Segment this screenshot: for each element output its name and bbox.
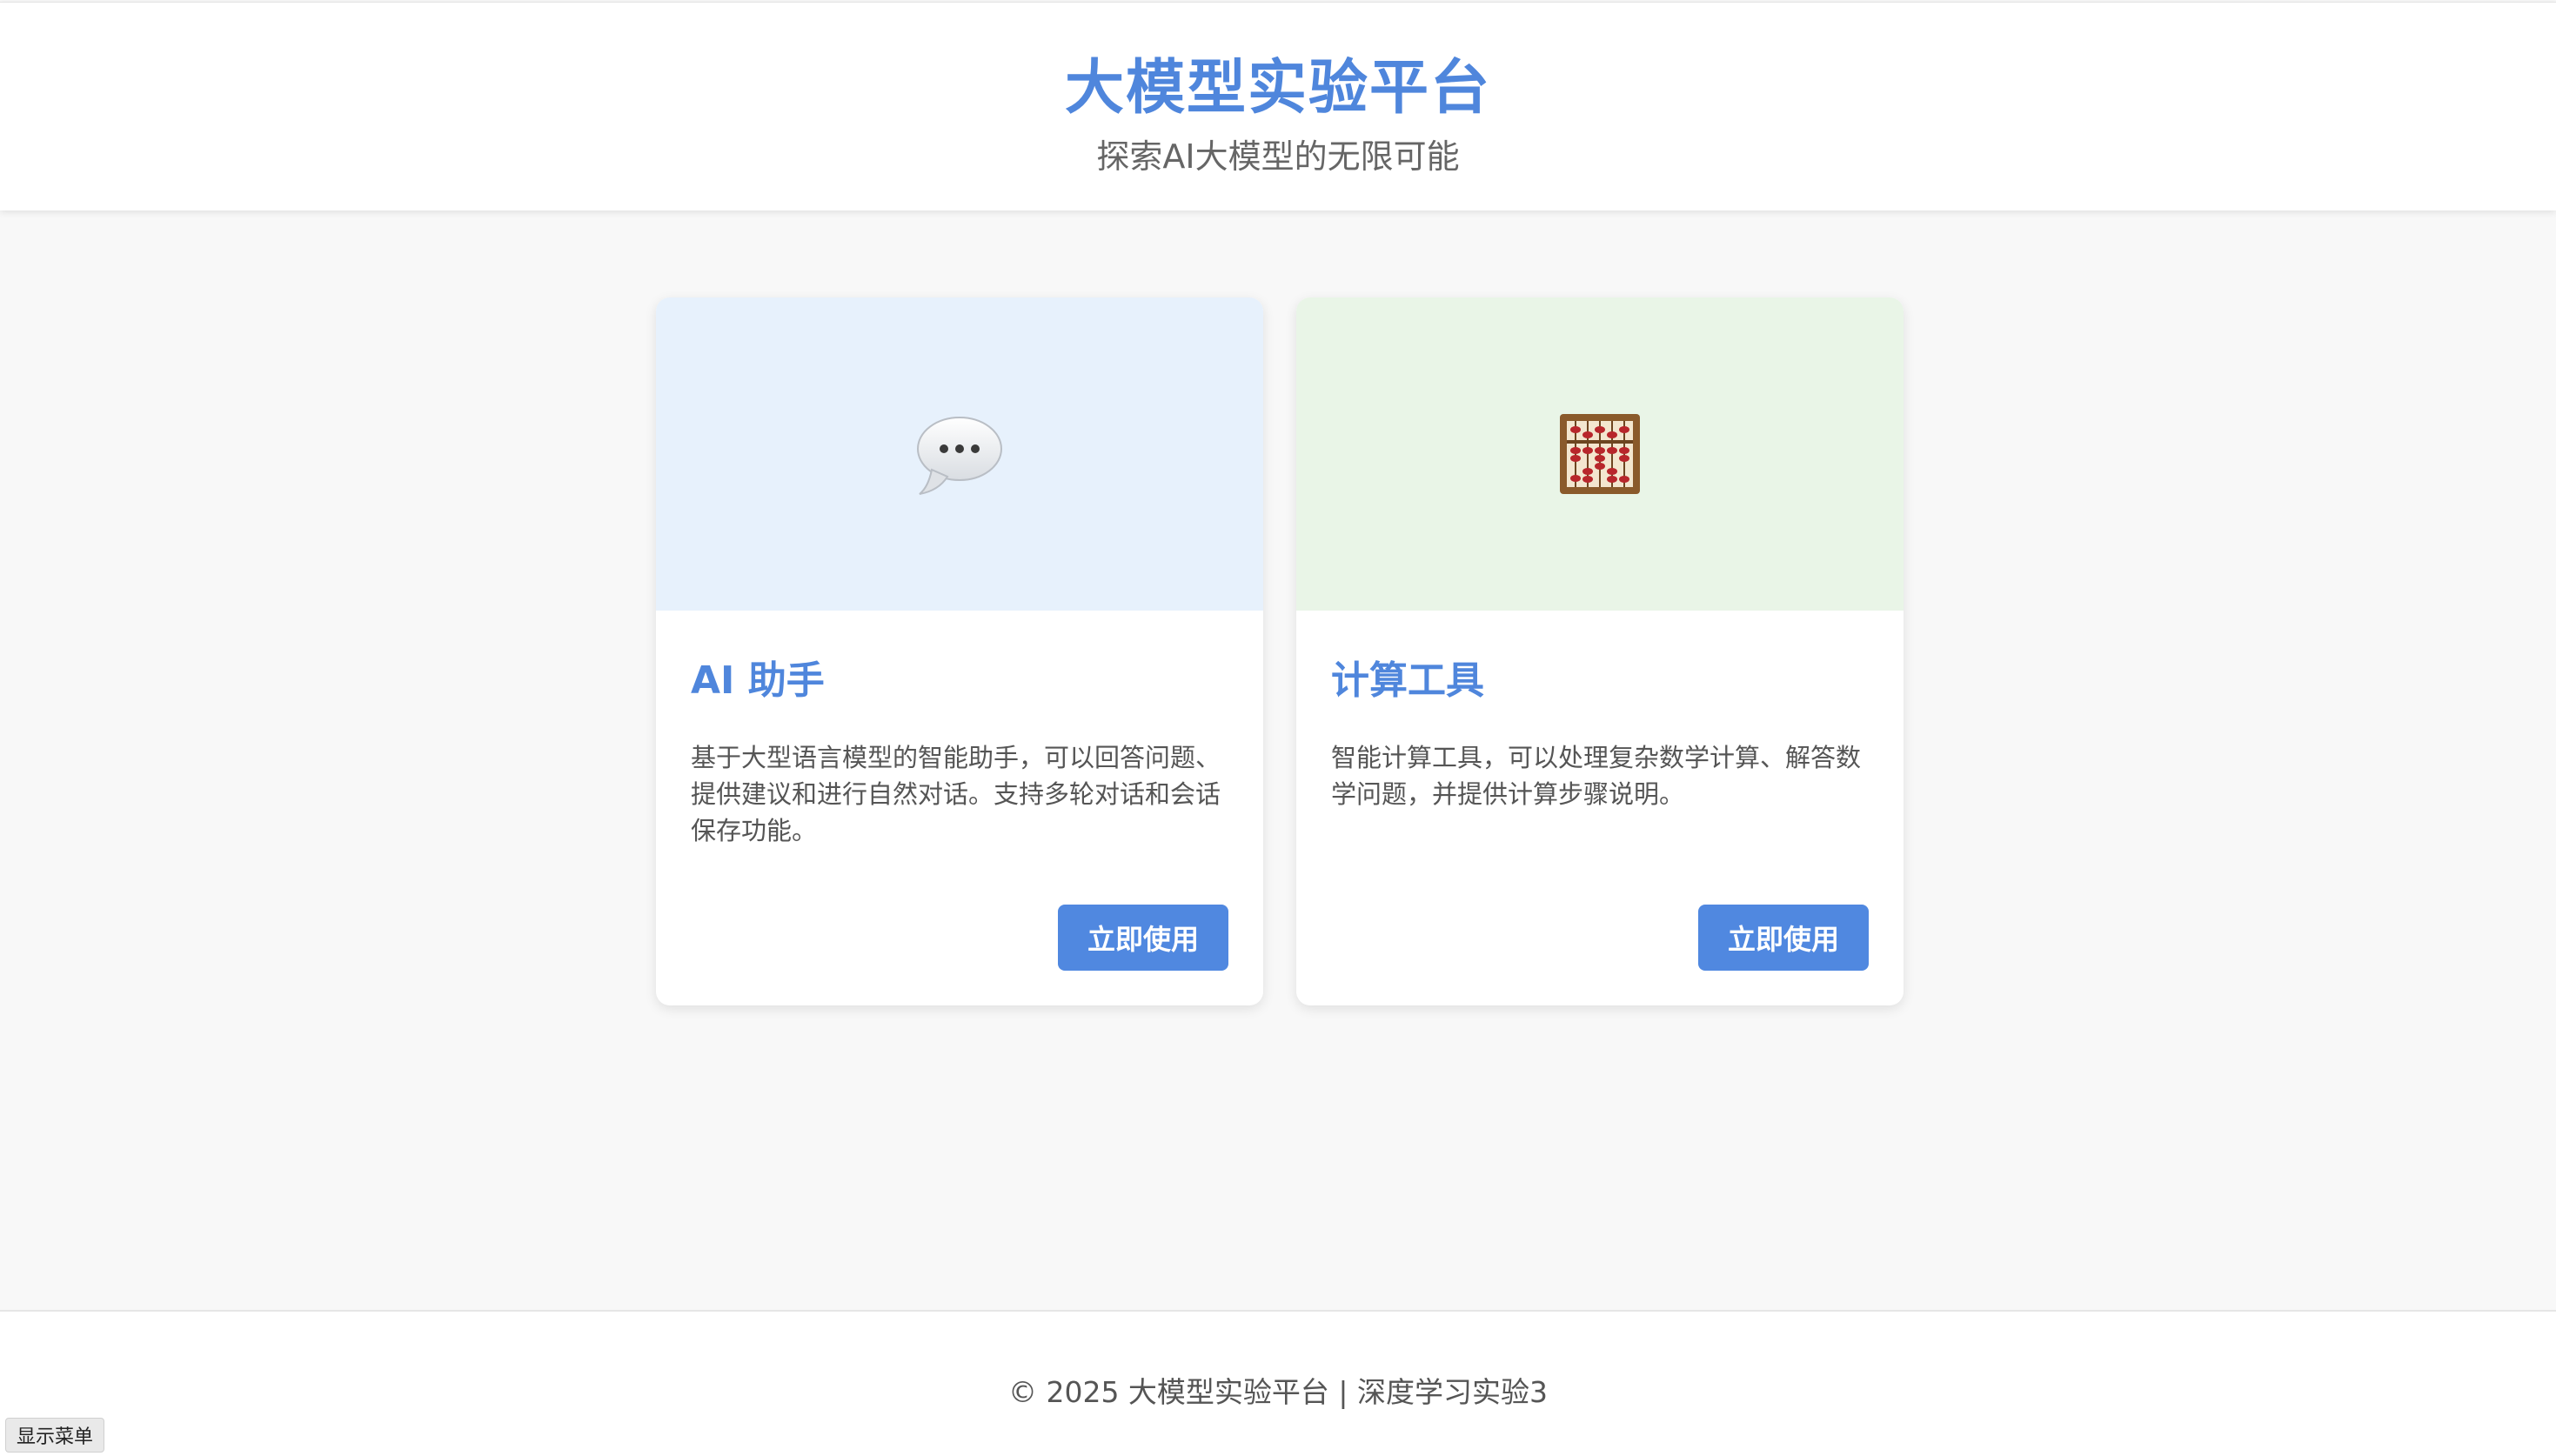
use-ai-assistant-button[interactable]: 立即使用: [1058, 905, 1228, 971]
card-banner: [1296, 297, 1904, 611]
footer-copyright: © 2025 大模型实验平台 | 深度学习实验3: [1007, 1375, 1549, 1409]
card-banner: [656, 297, 1263, 611]
speech-bubble-icon: [917, 417, 1002, 495]
card-ai-assistant: AI 助手 基于大型语言模型的智能助手，可以回答问题、提供建议和进行自然对话。支…: [656, 297, 1263, 1005]
card-description: 基于大型语言模型的智能助手，可以回答问题、提供建议和进行自然对话。支持多轮对话和…: [691, 743, 1221, 845]
card-title: AI 助手: [691, 658, 825, 703]
use-calculator-button[interactable]: 立即使用: [1698, 905, 1869, 971]
show-menu-button[interactable]: 显示菜单: [5, 1418, 105, 1453]
site-header: 大模型实验平台 探索AI大模型的无限可能: [0, 2, 2556, 210]
page-subtitle: 探索AI大模型的无限可能: [1096, 137, 1460, 176]
site-footer: © 2025 大模型实验平台 | 深度学习实验3: [0, 1310, 2556, 1456]
page-title: 大模型实验平台: [1064, 54, 1491, 123]
card-description: 智能计算工具，可以处理复杂数学计算、解答数学问题，并提供计算步骤说明。: [1331, 743, 1862, 809]
card-title: 计算工具: [1331, 658, 1484, 703]
abacus-icon: [1560, 414, 1640, 494]
card-calculator: 计算工具 智能计算工具，可以处理复杂数学计算、解答数学问题，并提供计算步骤说明。…: [1296, 297, 1904, 1005]
